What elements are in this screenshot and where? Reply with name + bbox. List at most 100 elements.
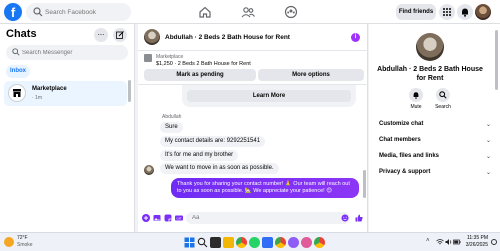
menu-button[interactable] bbox=[439, 4, 455, 20]
notifications-button[interactable] bbox=[457, 4, 473, 20]
search-icon bbox=[12, 48, 20, 56]
menu-grid-icon bbox=[443, 8, 451, 16]
search-icon bbox=[33, 7, 43, 17]
windows-start-icon[interactable] bbox=[184, 237, 195, 248]
tab-inbox[interactable]: Inbox bbox=[6, 65, 30, 78]
clock-date[interactable]: 3/26/2025 bbox=[460, 242, 488, 248]
bell-icon bbox=[413, 92, 419, 99]
customize-chat-section[interactable]: Customize chat ⌄ bbox=[379, 121, 493, 128]
new-message-button[interactable] bbox=[113, 28, 127, 42]
mark-as-pending-button[interactable]: Mark as pending bbox=[144, 69, 256, 81]
emoji-icon[interactable] bbox=[341, 214, 349, 222]
friends-icon[interactable] bbox=[240, 4, 256, 20]
clock-time[interactable]: 11:35 PM bbox=[460, 235, 488, 241]
marketplace-icon bbox=[13, 89, 21, 97]
marketplace-avatar bbox=[8, 84, 26, 102]
bell-icon bbox=[462, 8, 468, 17]
chrome-profile-icon[interactable] bbox=[301, 237, 312, 248]
chats-panel: Chats ... Inbox Marketplace · 1m bbox=[0, 24, 135, 232]
outgoing-message: Thank you for sharing your contact numbe… bbox=[171, 178, 359, 198]
chevron-down-icon: ⌄ bbox=[485, 154, 491, 160]
search-label: Search bbox=[435, 104, 451, 110]
app-icon[interactable] bbox=[262, 237, 273, 248]
facebook-logo[interactable]: f bbox=[4, 3, 22, 21]
section-label: Media, files and links bbox=[379, 153, 440, 159]
chats-title: Chats bbox=[6, 28, 37, 40]
chrome-icon[interactable] bbox=[275, 237, 286, 248]
facebook-search[interactable] bbox=[26, 3, 131, 21]
conversation-header: Abdullah · 2 Beds 2 Bath House for Rent … bbox=[138, 24, 368, 51]
account-avatar[interactable] bbox=[475, 4, 491, 20]
wifi-icon[interactable] bbox=[436, 238, 444, 246]
gif-icon[interactable]: GIF bbox=[175, 214, 183, 222]
chevron-down-icon: ⌄ bbox=[485, 122, 491, 128]
incoming-message: It's for me and my brother bbox=[160, 150, 239, 161]
sender-name: Abdullah bbox=[162, 114, 182, 120]
message-composer: GIF bbox=[138, 207, 368, 229]
chat-members-section[interactable]: Chat members ⌄ bbox=[379, 137, 493, 144]
tray-overflow-icon[interactable]: ˄ bbox=[426, 238, 430, 244]
svg-text:GIF: GIF bbox=[177, 216, 182, 220]
image-icon[interactable] bbox=[153, 214, 161, 222]
compose-icon bbox=[116, 31, 124, 39]
chevron-down-icon: ⌄ bbox=[485, 138, 491, 144]
message-input[interactable] bbox=[192, 212, 332, 224]
incoming-message: We want to move in as soon as possible. bbox=[160, 163, 279, 174]
file-explorer-icon[interactable] bbox=[223, 237, 234, 248]
conversation-panel: Abdullah · 2 Beds 2 Bath House for Rent … bbox=[138, 24, 368, 232]
search-conversation-button[interactable] bbox=[436, 88, 450, 102]
contact-avatar[interactable] bbox=[144, 29, 160, 45]
conversation-title[interactable]: Abdullah · 2 Beds 2 Bath House for Rent bbox=[165, 34, 290, 41]
search-icon[interactable] bbox=[197, 237, 208, 248]
chat-options-button[interactable]: ... bbox=[94, 28, 108, 42]
info-icon[interactable]: i bbox=[351, 33, 360, 42]
conversation-item-marketplace[interactable]: Marketplace · 1m bbox=[4, 81, 127, 106]
chrome-profile-icon[interactable] bbox=[288, 237, 299, 248]
plus-icon[interactable] bbox=[142, 214, 150, 222]
weather-temperature[interactable]: 72°F bbox=[17, 235, 28, 241]
weather-icon[interactable] bbox=[4, 237, 14, 247]
messenger-search-input[interactable] bbox=[22, 46, 122, 59]
weather-condition[interactable]: Smoke bbox=[17, 242, 33, 248]
chrome-icon[interactable] bbox=[314, 237, 325, 248]
mute-label: Mute bbox=[410, 104, 422, 110]
sender-avatar bbox=[144, 165, 154, 175]
top-bar: f Find friends bbox=[0, 0, 500, 24]
section-label: Privacy & support bbox=[379, 169, 431, 175]
home-icon[interactable] bbox=[197, 4, 213, 20]
speaker-icon[interactable] bbox=[445, 238, 453, 246]
media-files-links-section[interactable]: Media, files and links ⌄ bbox=[379, 153, 493, 160]
message-input-box[interactable] bbox=[186, 212, 350, 224]
notification-center-icon[interactable] bbox=[491, 239, 497, 245]
listing-card: Learn More bbox=[182, 85, 356, 107]
task-view-icon[interactable] bbox=[210, 237, 221, 248]
conversation-scrollbar[interactable] bbox=[363, 170, 366, 198]
facebook-search-input[interactable] bbox=[45, 5, 127, 19]
chats-scrollbar[interactable] bbox=[128, 80, 131, 102]
messenger-search[interactable] bbox=[6, 45, 128, 60]
listing-source-label: Marketplace bbox=[156, 54, 184, 60]
mute-button[interactable] bbox=[409, 88, 423, 102]
groups-icon[interactable] bbox=[283, 4, 299, 20]
profile-scrollbar[interactable] bbox=[495, 30, 498, 90]
chrome-icon[interactable] bbox=[236, 237, 247, 248]
more-options-button[interactable]: More options bbox=[258, 69, 364, 81]
profile-avatar[interactable] bbox=[416, 33, 444, 61]
incoming-message: Sure bbox=[160, 122, 183, 133]
chevron-down-icon: ⌄ bbox=[485, 170, 491, 176]
whatsapp-icon[interactable] bbox=[249, 237, 260, 248]
learn-more-button[interactable]: Learn More bbox=[187, 90, 351, 102]
section-label: Customize chat bbox=[379, 121, 424, 127]
profile-panel: Abdullah · 2 Beds 2 Bath House for Rent … bbox=[369, 24, 500, 232]
conversation-name: Marketplace bbox=[32, 86, 67, 92]
sticker-icon[interactable] bbox=[164, 214, 172, 222]
privacy-support-section[interactable]: Privacy & support ⌄ bbox=[379, 169, 493, 176]
search-icon bbox=[439, 91, 447, 99]
listing-banner: Marketplace $1,250 · 2 Beds 2 Bath House… bbox=[138, 51, 368, 85]
listing-title[interactable]: $1,250 · 2 Beds 2 Bath House for Rent bbox=[156, 61, 251, 67]
conversation-time: · 1m bbox=[32, 95, 42, 101]
find-friends-button[interactable]: Find friends bbox=[396, 4, 436, 20]
listing-thumbnail bbox=[144, 54, 152, 62]
like-icon[interactable] bbox=[355, 214, 363, 222]
incoming-message: My contact details are: 9292251541 bbox=[160, 136, 266, 147]
